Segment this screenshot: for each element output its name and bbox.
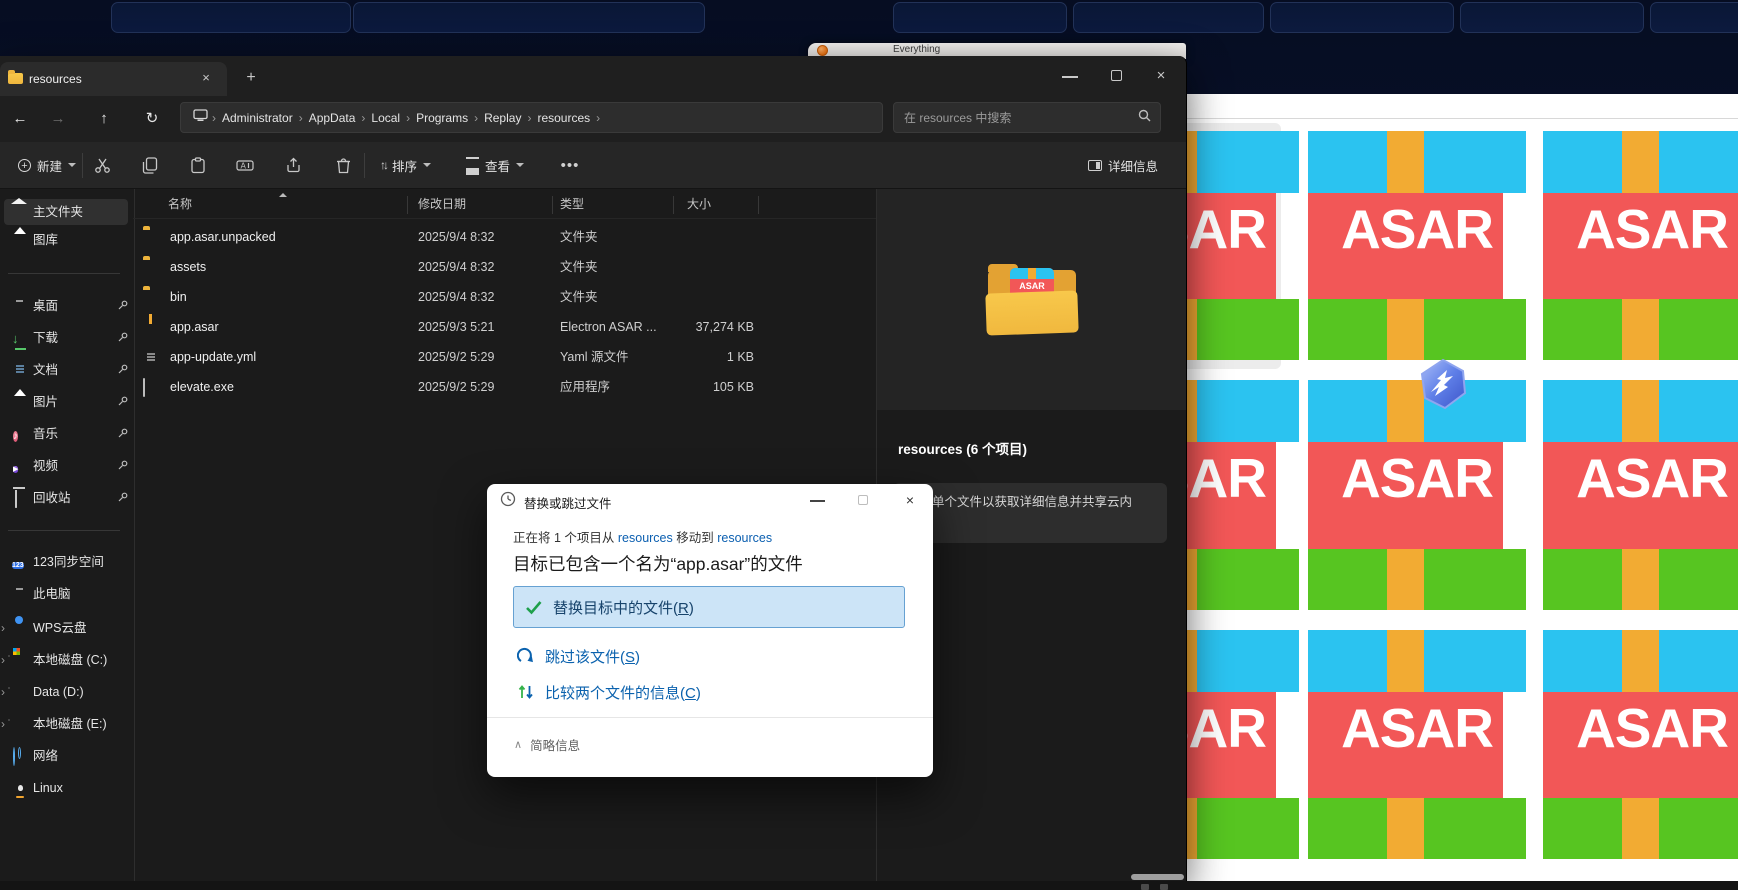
option-replace-file[interactable]: 替换目标中的文件(R): [513, 586, 905, 628]
copy-dialog-icon: [500, 491, 516, 507]
taskbar-icon[interactable]: [1160, 884, 1168, 890]
skip-icon: [517, 647, 535, 665]
details-expander[interactable]: ∧ 简略信息: [514, 735, 580, 754]
dialog-heading: 目标已包含一个名为“app.asar”的文件: [513, 551, 803, 576]
dialog-footer-divider: [487, 717, 933, 718]
chevron-up-icon: ∧: [514, 738, 522, 751]
option-compare-files[interactable]: 比较两个文件的信息(C): [517, 680, 701, 704]
target-folder-link[interactable]: resources: [717, 531, 772, 545]
option-skip-file[interactable]: 跳过该文件(S): [517, 644, 640, 668]
screen: Everything ASAR app.asar ASAR app.asar A…: [0, 0, 1738, 890]
taskbar-icon[interactable]: [1141, 884, 1149, 890]
compare-icon: [517, 683, 535, 701]
dialog-maximize-button[interactable]: [858, 495, 868, 505]
dialog-message: 正在将 1 个项目从 resources 移动到 resources: [513, 527, 772, 546]
replace-dialog-layer: 替换或跳过文件 × 正在将 1 个项目从 resources 移动到 resou…: [0, 0, 1738, 890]
dialog-minimize-button[interactable]: [810, 500, 825, 502]
source-folder-link[interactable]: resources: [618, 531, 673, 545]
taskbar[interactable]: [0, 881, 1738, 890]
dialog-close-button[interactable]: ×: [901, 491, 919, 509]
dialog-title: 替换或跳过文件: [524, 493, 612, 512]
check-icon: [525, 600, 543, 615]
